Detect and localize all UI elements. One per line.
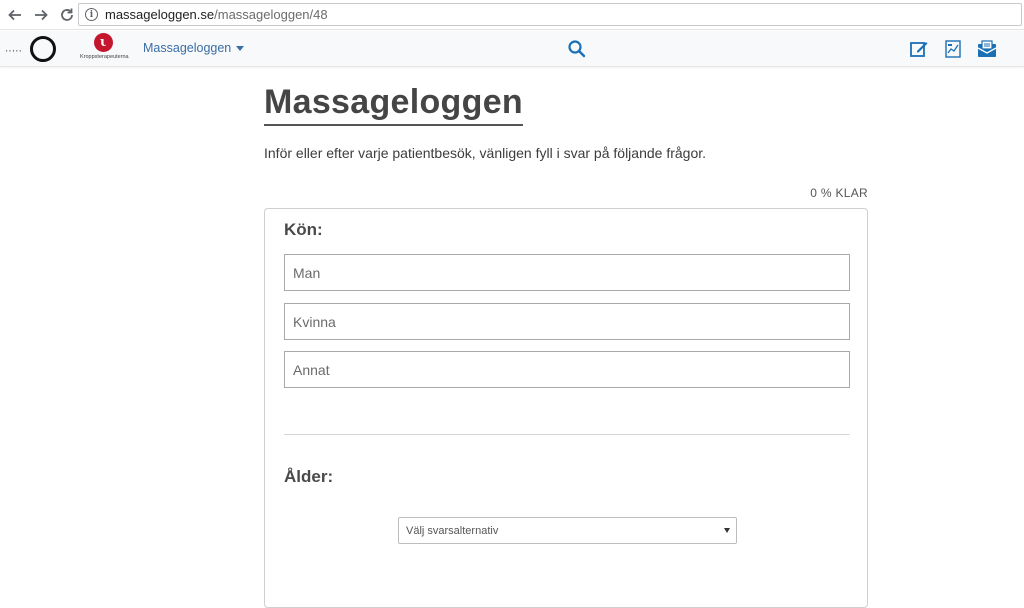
- caret-down-icon: [236, 45, 245, 51]
- kroppsterapeuterna-mark-icon: ι: [93, 33, 113, 52]
- option-kvinna[interactable]: Kvinna: [284, 303, 850, 340]
- info-icon[interactable]: i: [85, 8, 98, 21]
- address-bar[interactable]: i massageloggen.se/massageloggen/48: [78, 3, 1022, 26]
- question-label-gender: Kön:: [284, 220, 323, 239]
- age-select[interactable]: Välj svarsalternativ: [398, 517, 737, 544]
- ring-logo-icon: [30, 36, 56, 62]
- kroppsterapeuterna-logo[interactable]: ι Kroppsterapeuterna: [80, 33, 129, 65]
- massageloggen-menu[interactable]: Massageloggen: [143, 41, 245, 55]
- browser-toolbar: i massageloggen.se/massageloggen/48: [0, 0, 1024, 30]
- main-content: Massageloggen Inför eller efter varje pa…: [264, 80, 868, 608]
- reload-icon[interactable]: [56, 4, 78, 26]
- site-header: ▪▪▪▪▪ ι Kroppsterapeuterna Massageloggen: [0, 31, 1024, 67]
- inbox-icon[interactable]: [977, 39, 997, 59]
- option-annat[interactable]: Annat: [284, 351, 850, 388]
- partner-logo[interactable]: ▪▪▪▪▪: [6, 36, 58, 62]
- divider: [284, 434, 850, 435]
- url-path: /massageloggen/48: [214, 7, 328, 22]
- dropdown-arrow-icon: [724, 528, 730, 533]
- partner-logo-letters: ▪▪▪▪▪: [6, 48, 24, 53]
- menu-label: Massageloggen: [143, 41, 232, 55]
- progress-indicator: 0 % KLAR: [810, 186, 868, 200]
- page-title: Massageloggen: [264, 80, 523, 126]
- question-card: Kön: Man Kvinna Annat Ålder: Välj svarsa…: [264, 208, 868, 608]
- intro-text: Inför eller efter varje patientbesök, vä…: [264, 145, 707, 161]
- logo-caption: Kroppsterapeuterna: [80, 54, 129, 60]
- forward-icon[interactable]: [30, 4, 52, 26]
- back-icon[interactable]: [4, 4, 26, 26]
- age-select-value: Välj svarsalternativ: [406, 524, 499, 537]
- option-man[interactable]: Man: [284, 254, 850, 291]
- report-icon[interactable]: [943, 39, 963, 59]
- question-label-age: Ålder:: [284, 467, 334, 486]
- search-icon[interactable]: [567, 39, 587, 59]
- url-host: massageloggen.se: [105, 7, 215, 22]
- edit-icon[interactable]: [909, 39, 929, 59]
